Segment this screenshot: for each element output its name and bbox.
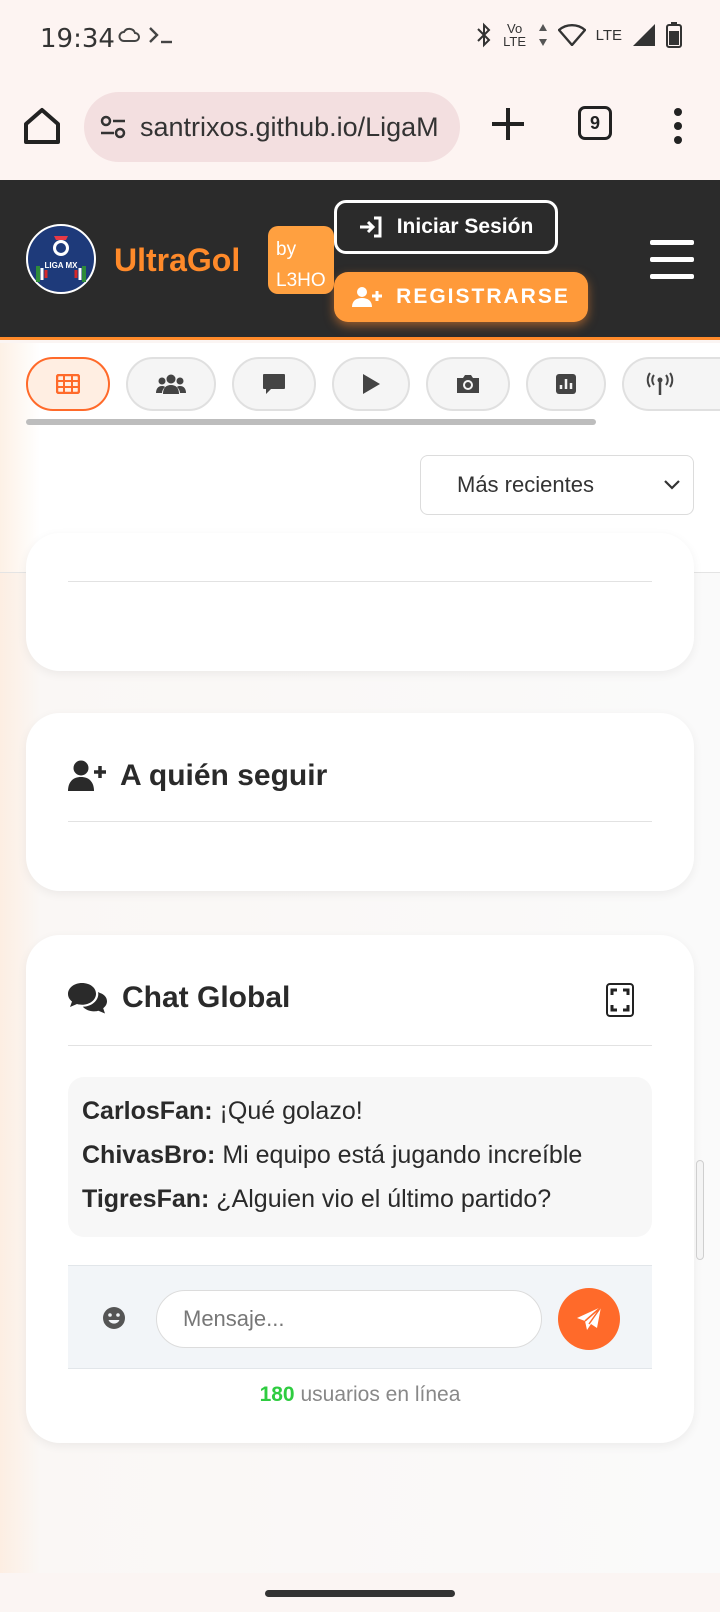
sign-in-icon — [359, 216, 382, 238]
new-tab-icon[interactable] — [488, 104, 528, 144]
tab-stats[interactable] — [526, 357, 606, 411]
app-header: LIGA MX UltraGol by L3HO Iniciar Sesión … — [0, 180, 720, 340]
chat-global-card: Chat Global CarlosFan: ¡Qué golazo! Chiv… — [26, 935, 694, 1443]
site-settings-icon[interactable] — [98, 112, 128, 142]
cloud-icon — [118, 27, 140, 42]
author-badge: by L3HO — [268, 226, 334, 294]
tab-videos[interactable] — [332, 357, 410, 411]
tabs-scrollbar[interactable] — [26, 419, 596, 425]
fullscreen-icon[interactable] — [606, 983, 634, 1017]
sort-select[interactable]: Más recientes — [420, 455, 694, 515]
chat-input-bar — [68, 1265, 652, 1369]
tab-photos[interactable] — [426, 357, 510, 411]
tab-community[interactable] — [126, 357, 216, 411]
author-name: L3HO — [276, 270, 326, 291]
register-label: REGISTRARSE — [396, 285, 570, 308]
lte-indicator: LTE — [595, 26, 622, 44]
card-divider — [68, 581, 652, 582]
user-plus-icon — [352, 287, 383, 307]
card-divider — [68, 1045, 652, 1046]
online-label: usuarios en línea — [300, 1383, 461, 1406]
chat-message: TigresFan: ¿Alguien vio el último partid… — [82, 1179, 638, 1223]
more-options-icon[interactable] — [664, 106, 692, 146]
main-content: A quién seguir Chat Global CarlosFan: ¡Q… — [0, 533, 720, 1573]
who-to-follow-header: A quién seguir — [68, 759, 327, 793]
terminal-icon — [149, 27, 172, 44]
logo-text: LIGA MX — [44, 261, 78, 270]
hamburger-menu-icon[interactable] — [650, 240, 694, 280]
wifi-icon — [557, 24, 586, 46]
grid-icon — [56, 374, 80, 394]
message-author[interactable]: TigresFan: — [82, 1185, 209, 1213]
tab-feed[interactable] — [26, 357, 110, 411]
tab-comments[interactable] — [232, 357, 316, 411]
status-bar: 19:34 Vo LTE LTE — [0, 0, 720, 80]
comments-icon — [68, 983, 107, 1014]
sort-selected-value: Más recientes — [457, 472, 594, 497]
paper-plane-icon — [577, 1306, 602, 1330]
status-time: 19:34 — [40, 24, 115, 54]
brand-name[interactable]: UltraGol — [114, 242, 240, 279]
chat-title: Chat Global — [122, 981, 291, 1014]
message-text: ¡Qué golazo! — [219, 1097, 363, 1125]
url-text: santrixos.github.io/LigaM — [140, 111, 439, 142]
bluetooth-icon — [476, 22, 491, 48]
register-button[interactable]: REGISTRARSE — [334, 272, 588, 322]
battery-icon — [666, 22, 682, 48]
tab-live[interactable] — [622, 357, 720, 411]
chevron-down-icon — [664, 480, 680, 490]
send-button[interactable] — [558, 1288, 620, 1350]
emoji-icon[interactable] — [102, 1306, 126, 1330]
online-count: 180 — [259, 1383, 295, 1406]
who-to-follow-title: A quién seguir — [120, 759, 328, 792]
camera-icon — [457, 375, 479, 393]
gesture-navigation-bar[interactable] — [265, 1590, 455, 1597]
message-input[interactable] — [156, 1290, 542, 1348]
login-button[interactable]: Iniciar Sesión — [334, 200, 558, 254]
comment-icon — [263, 374, 285, 394]
chat-message: CarlosFan: ¡Qué golazo! — [82, 1091, 638, 1135]
message-author[interactable]: ChivasBro: — [82, 1141, 215, 1169]
status-icons-right: Vo LTE LTE — [476, 22, 682, 48]
liga-mx-logo-graphic: LIGA MX — [30, 228, 92, 290]
liga-mx-logo[interactable]: LIGA MX — [26, 224, 96, 294]
chat-message: ChivasBro: Mi equipo está jugando increí… — [82, 1135, 638, 1179]
address-bar[interactable]: santrixos.github.io/LigaM — [84, 92, 460, 162]
who-to-follow-card: A quién seguir — [26, 713, 694, 891]
status-icons-left — [118, 26, 174, 44]
chart-icon — [556, 374, 576, 394]
signal-icon — [633, 24, 655, 46]
card-divider — [68, 821, 652, 822]
previous-card — [26, 533, 694, 671]
users-icon — [156, 374, 186, 394]
page-scrollbar[interactable] — [696, 1160, 704, 1260]
message-author[interactable]: CarlosFan: — [82, 1097, 213, 1125]
home-icon[interactable] — [20, 104, 64, 148]
login-label: Iniciar Sesión — [396, 215, 534, 238]
browser-toolbar: santrixos.github.io/LigaM 9 — [0, 80, 720, 180]
message-text: ¿Alguien vio el último partido? — [216, 1185, 552, 1213]
tab-switcher-button[interactable]: 9 — [578, 106, 612, 140]
online-users: 180 usuarios en línea — [26, 1383, 694, 1407]
volte-indicator: Vo LTE — [503, 21, 527, 49]
chat-messages: CarlosFan: ¡Qué golazo! ChivasBro: Mi eq… — [68, 1077, 652, 1237]
broadcast-icon — [646, 372, 674, 395]
user-plus-icon — [68, 760, 106, 791]
play-icon — [363, 374, 380, 394]
chat-header: Chat Global — [68, 981, 290, 1015]
by-label: by — [276, 239, 297, 260]
message-text: Mi equipo está jugando increíble — [222, 1141, 583, 1169]
data-arrows-icon — [538, 24, 547, 46]
